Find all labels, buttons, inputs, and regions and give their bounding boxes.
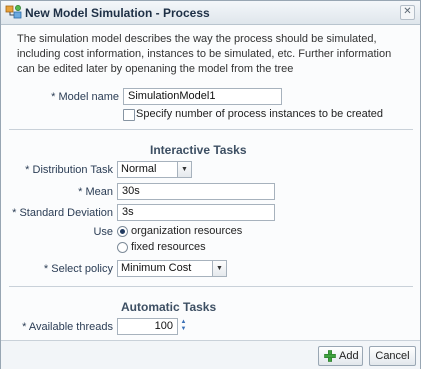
use-label: Use bbox=[93, 226, 113, 238]
separator bbox=[9, 129, 413, 130]
radio-organization-label: organization resources bbox=[131, 225, 243, 237]
dialog-footer: Add Cancel bbox=[1, 340, 420, 369]
model-name-label-row: * Model name bbox=[21, 91, 119, 103]
required-mark: * bbox=[22, 321, 27, 333]
add-button-label: Add bbox=[339, 350, 359, 362]
instances-checkbox[interactable] bbox=[123, 109, 135, 121]
stepper-down-icon[interactable]: ▼ bbox=[179, 326, 188, 333]
threads-label-row: * Available threads bbox=[11, 321, 113, 333]
cancel-button[interactable]: Cancel bbox=[369, 346, 416, 366]
automatic-tasks-title: Automatic Tasks bbox=[121, 300, 217, 314]
distribution-label-row: * Distribution Task bbox=[21, 164, 113, 176]
process-simulation-icon bbox=[5, 5, 22, 19]
required-mark: * bbox=[25, 164, 30, 176]
plus-icon bbox=[324, 350, 336, 362]
chevron-down-icon[interactable]: ▼ bbox=[177, 162, 191, 177]
required-mark: * bbox=[51, 91, 56, 103]
close-icon[interactable]: ✕ bbox=[400, 5, 415, 20]
distribution-label: Distribution Task bbox=[32, 164, 114, 176]
threads-label: Available threads bbox=[28, 321, 113, 333]
required-mark: * bbox=[78, 186, 83, 198]
distribution-select[interactable]: Normal ▼ bbox=[117, 161, 192, 178]
std-label: Standard Deviation bbox=[19, 207, 113, 219]
instances-checkbox-label: Specify number of process instances to b… bbox=[136, 108, 384, 120]
separator bbox=[9, 286, 413, 287]
distribution-value: Normal bbox=[121, 163, 157, 175]
mean-input[interactable]: 30s bbox=[117, 183, 275, 200]
radio-fixed-label: fixed resources bbox=[131, 241, 206, 253]
model-name-input[interactable]: SimulationModel1 bbox=[123, 88, 282, 105]
std-input[interactable]: 3s bbox=[117, 204, 275, 221]
add-button[interactable]: Add bbox=[318, 346, 363, 366]
policy-label: Select policy bbox=[51, 263, 113, 275]
title-bar[interactable]: New Model Simulation - Process ✕ bbox=[1, 1, 420, 25]
policy-select[interactable]: Minimum Cost ▼ bbox=[117, 260, 227, 277]
mean-label-row: * Mean bbox=[21, 186, 113, 198]
stepper-up-icon[interactable]: ▲ bbox=[179, 319, 188, 326]
threads-stepper[interactable]: ▲ ▼ bbox=[179, 319, 188, 334]
required-mark: * bbox=[43, 263, 49, 275]
std-label-row: * Standard Deviation bbox=[11, 207, 113, 219]
policy-label-row: * Select policy bbox=[21, 263, 113, 275]
radio-fixed-resources[interactable] bbox=[117, 242, 128, 253]
chevron-down-icon[interactable]: ▼ bbox=[212, 261, 226, 276]
interactive-tasks-title: Interactive Tasks bbox=[150, 143, 247, 157]
dialog-description: The simulation model describes the way t… bbox=[17, 33, 392, 75]
model-name-label: Model name bbox=[58, 91, 119, 103]
required-mark: * bbox=[12, 207, 17, 219]
dialog-title: New Model Simulation - Process bbox=[25, 6, 210, 20]
mean-label: Mean bbox=[85, 186, 113, 198]
cancel-button-label: Cancel bbox=[375, 350, 410, 362]
policy-value: Minimum Cost bbox=[121, 262, 192, 274]
threads-input[interactable]: 100 bbox=[117, 318, 178, 335]
simulation-dialog: New Model Simulation - Process ✕ The sim… bbox=[0, 0, 421, 369]
radio-organization-resources[interactable] bbox=[117, 226, 128, 237]
